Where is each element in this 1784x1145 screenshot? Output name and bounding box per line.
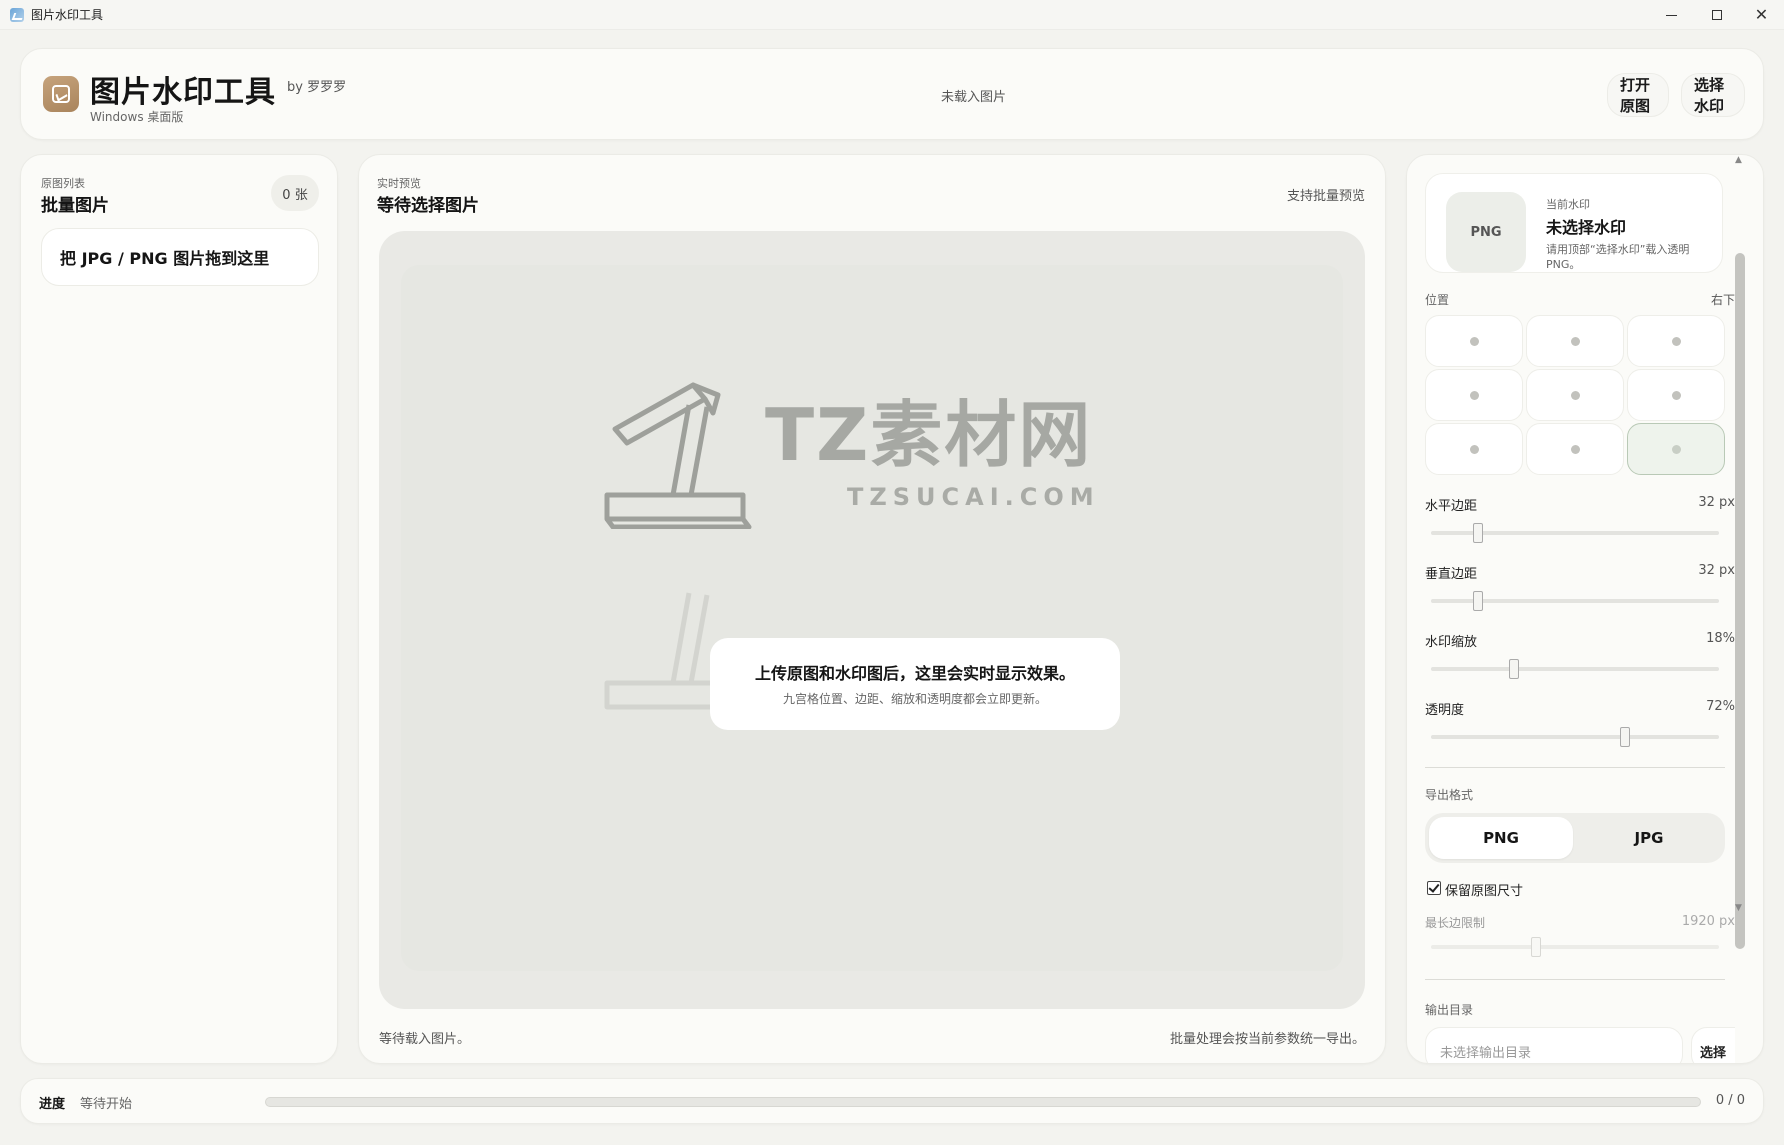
position-label: 位置 <box>1425 293 1450 307</box>
keep-size-checkbox[interactable] <box>1427 881 1441 895</box>
max-edge-value: 1920 px <box>1681 914 1735 929</box>
position-top-right[interactable] <box>1627 315 1725 367</box>
position-bottom-left[interactable] <box>1425 423 1523 475</box>
output-dir-field[interactable]: 未选择输出目录 <box>1425 1027 1683 1063</box>
watermark-main-text: TZ素材网 <box>765 393 1093 477</box>
app-header: 图片水印工具 by 罗罗罗 Windows 桌面版 未载入图片 打开原图 选择水… <box>20 48 1764 140</box>
format-png-option[interactable]: PNG <box>1429 817 1573 859</box>
preview-caption: 实时预览 <box>377 177 421 190</box>
h-margin-slider-thumb[interactable] <box>1472 523 1483 543</box>
keep-size-label: 保留原图尺寸 <box>1445 884 1524 899</box>
empty-state-card: 上传原图和水印图后，这里会实时显示效果。 九宫格位置、边距、缩放和透明度都会立即… <box>710 638 1120 730</box>
scale-label: 水印缩放 <box>1425 635 1478 650</box>
current-watermark-caption: 当前水印 <box>1546 198 1590 211</box>
empty-state-title: 上传原图和水印图后，这里会实时显示效果。 <box>754 664 1075 683</box>
scrollbar-thumb[interactable] <box>1735 253 1745 949</box>
preview-area: TZ素材网 TZSUCAI.COM TZSUCAI.COM 上传原图和水印图后，… <box>401 265 1343 971</box>
progress-track <box>265 1097 1701 1107</box>
max-edge-label: 最长边限制 <box>1425 916 1486 930</box>
image-list-title: 批量图片 <box>41 196 109 216</box>
close-icon: ✕ <box>1754 5 1769 24</box>
position-grid <box>1425 315 1725 479</box>
max-edge-slider[interactable] <box>1431 937 1719 957</box>
scroll-up-icon[interactable]: ▲ <box>1735 155 1742 165</box>
settings-divider <box>1425 767 1725 768</box>
preview-status: 等待载入图片。 <box>379 1032 471 1047</box>
output-dir-label: 输出目录 <box>1425 1003 1474 1017</box>
settings-divider-2 <box>1425 979 1725 980</box>
h-margin-label: 水平边距 <box>1425 499 1478 514</box>
preview-title: 等待选择图片 <box>377 196 479 216</box>
current-watermark-card: PNG 当前水印 未选择水印 请用顶部“选择水印”载入透明 PNG。 <box>1425 173 1723 273</box>
window-controls: ✕ <box>1649 0 1784 30</box>
progress-count: 0 / 0 <box>1715 1093 1745 1108</box>
current-watermark-desc: 请用顶部“选择水印”载入透明 PNG。 <box>1546 243 1690 271</box>
current-watermark-name: 未选择水印 <box>1546 218 1627 237</box>
app-author: by 罗罗罗 <box>287 80 347 95</box>
v-margin-value: 32 px <box>1698 563 1735 578</box>
position-middle-left[interactable] <box>1425 369 1523 421</box>
progress-label: 进度 <box>39 1097 66 1112</box>
window-title: 图片水印工具 <box>31 8 104 22</box>
maximize-icon <box>1711 10 1722 20</box>
position-top-center[interactable] <box>1526 315 1624 367</box>
stamp-logo-icon <box>604 382 752 529</box>
format-jpg-option[interactable]: JPG <box>1577 817 1721 859</box>
image-list-caption: 原图列表 <box>41 177 85 190</box>
minimize-icon <box>1666 14 1677 16</box>
opacity-slider-thumb[interactable] <box>1620 727 1631 747</box>
minimize-button[interactable] <box>1649 0 1694 30</box>
select-watermark-button[interactable]: 选择水印 <box>1681 73 1745 117</box>
opacity-slider[interactable] <box>1431 727 1719 747</box>
position-top-left[interactable] <box>1425 315 1523 367</box>
position-value: 右下 <box>1710 293 1735 307</box>
watermark-url-text: TZSUCAI.COM <box>847 483 1100 511</box>
image-icon <box>43 76 79 112</box>
opacity-value: 72% <box>1706 699 1735 714</box>
opacity-label: 透明度 <box>1425 703 1465 718</box>
scroll-down-icon[interactable]: ▼ <box>1735 903 1742 913</box>
scale-value: 18% <box>1706 631 1735 646</box>
scale-slider[interactable] <box>1431 659 1719 679</box>
image-list-panel: 原图列表 批量图片 0 张 把 JPG / PNG 图片拖到这里 <box>20 154 338 1064</box>
maximize-button[interactable] <box>1694 0 1739 30</box>
position-bottom-right[interactable] <box>1627 423 1725 475</box>
v-margin-slider-thumb[interactable] <box>1472 591 1483 611</box>
empty-state-subtitle: 九宫格位置、边距、缩放和透明度都会立即更新。 <box>782 692 1047 706</box>
position-center[interactable] <box>1526 369 1624 421</box>
app-icon <box>10 7 24 22</box>
position-bottom-center[interactable] <box>1526 423 1624 475</box>
position-middle-right[interactable] <box>1627 369 1725 421</box>
v-margin-slider[interactable] <box>1431 591 1719 611</box>
settings-panel: PNG 当前水印 未选择水印 请用顶部“选择水印”载入透明 PNG。 位置 右下… <box>1406 154 1764 1064</box>
batch-export-note: 批量处理会按当前参数统一导出。 <box>1169 1032 1365 1047</box>
image-count-badge: 0 张 <box>271 175 319 211</box>
progress-status: 等待开始 <box>80 1097 133 1112</box>
image-drop-zone[interactable]: 把 JPG / PNG 图片拖到这里 <box>41 228 319 286</box>
title-bar: 图片水印工具 ✕ <box>0 0 1784 30</box>
choose-output-button[interactable]: 选择 <box>1691 1027 1735 1063</box>
format-segmented-control: PNG JPG <box>1425 813 1725 863</box>
settings-scrollbar[interactable]: ▲ ▼ <box>1733 155 1745 1063</box>
open-image-button[interactable]: 打开原图 <box>1607 73 1669 117</box>
watermark-thumbnail: PNG <box>1446 192 1526 272</box>
scale-slider-thumb[interactable] <box>1508 659 1519 679</box>
preview-panel: 实时预览 等待选择图片 支持批量预览 TZ素材网 TZSUCAI.COM 上传原… <box>358 154 1386 1064</box>
h-margin-slider[interactable] <box>1431 523 1719 543</box>
preview-canvas: TZ素材网 TZSUCAI.COM TZSUCAI.COM 上传原图和水印图后，… <box>379 231 1365 1009</box>
app-name: 图片水印工具 <box>90 75 276 110</box>
app-subtitle: Windows 桌面版 <box>90 110 184 124</box>
h-margin-value: 32 px <box>1698 495 1735 510</box>
close-button[interactable]: ✕ <box>1739 0 1784 30</box>
max-edge-slider-thumb[interactable] <box>1531 937 1542 957</box>
settings-scroll-area[interactable]: PNG 当前水印 未选择水印 请用顶部“选择水印”载入透明 PNG。 位置 右下… <box>1425 155 1735 1063</box>
progress-bar-area: 进度 等待开始 0 / 0 <box>20 1078 1764 1124</box>
batch-preview-hint: 支持批量预览 <box>1286 189 1365 204</box>
format-label: 导出格式 <box>1425 788 1474 802</box>
load-status: 未载入图片 <box>941 90 1007 105</box>
v-margin-label: 垂直边距 <box>1425 567 1478 582</box>
